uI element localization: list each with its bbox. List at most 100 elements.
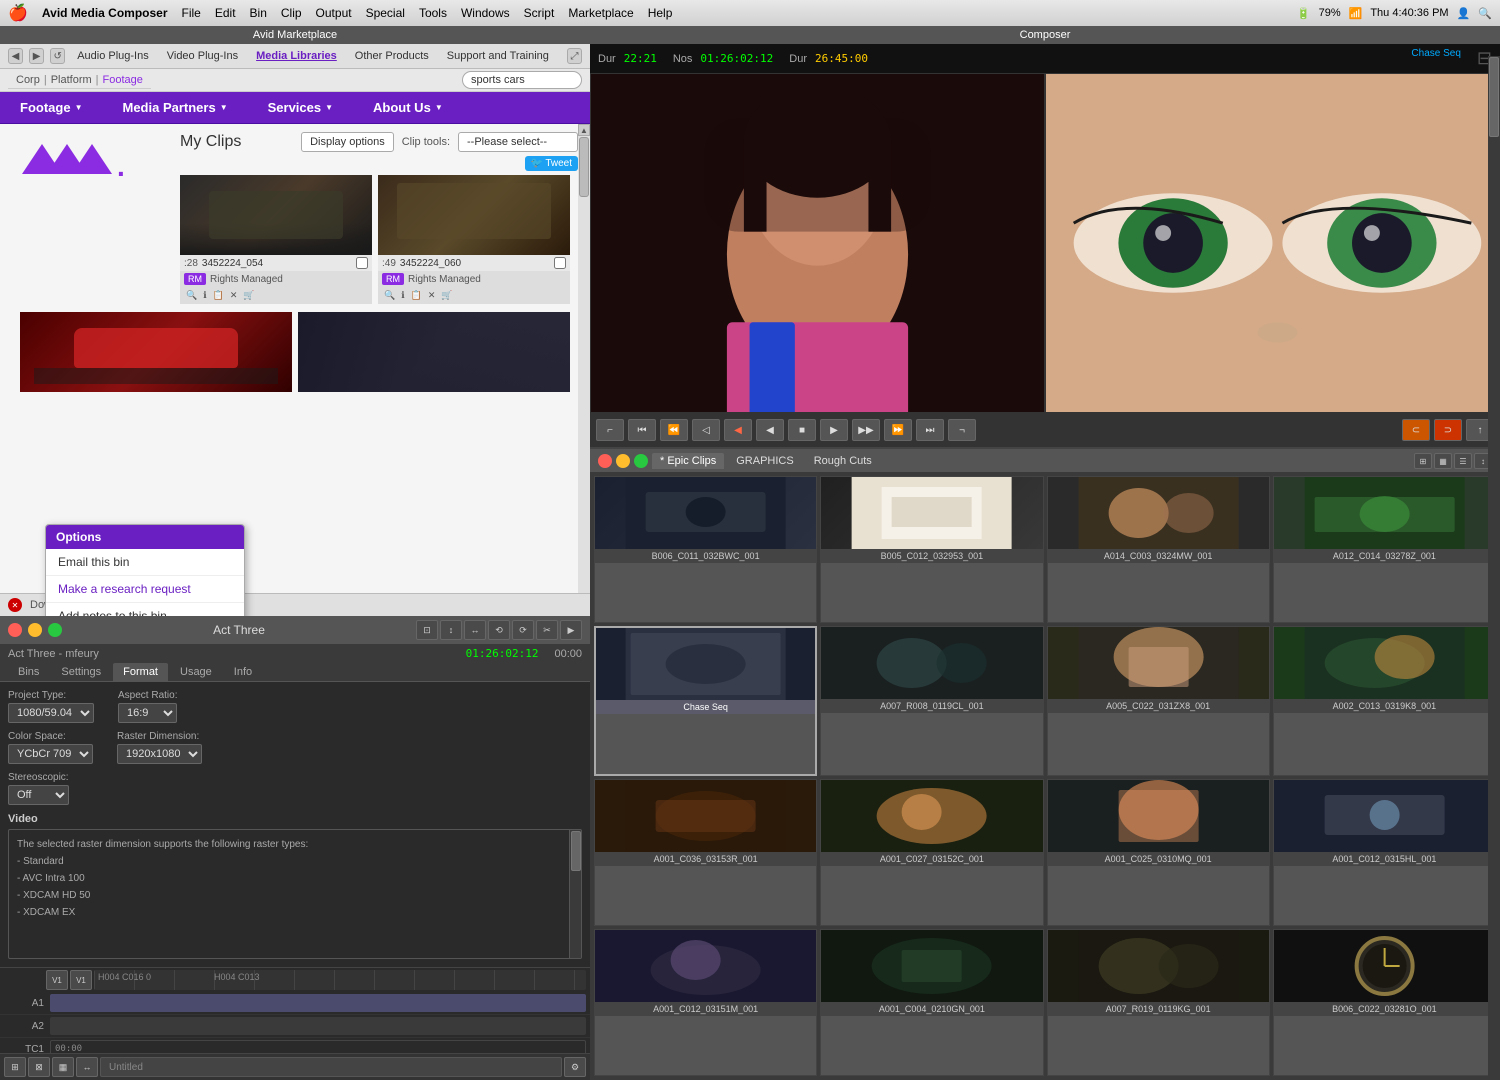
tool-2[interactable]: ↕ <box>440 620 462 640</box>
bins-tool-3[interactable]: ☰ <box>1454 453 1472 469</box>
nav-services[interactable]: Services ▼ <box>248 92 353 123</box>
option-research[interactable]: Make a research request <box>46 576 244 603</box>
search-icon[interactable]: 🔍 <box>1478 7 1492 20</box>
tool-7[interactable]: ▶ <box>560 620 582 640</box>
tool-3[interactable]: ↔ <box>464 620 486 640</box>
clip-item-2[interactable]: :49 3452224_060 RM Rights Managed 🔍 ℹ 📋 <box>378 175 570 304</box>
bin-clip-14[interactable]: A001_C004_0210GN_001 <box>820 929 1043 1076</box>
tool-6[interactable]: ✂ <box>536 620 558 640</box>
bin-clip-10[interactable]: A001_C027_03152C_001 <box>820 779 1043 926</box>
breadcrumb-corp[interactable]: Corp <box>16 74 40 86</box>
clip-item-3[interactable] <box>20 312 292 392</box>
bins-max[interactable] <box>634 454 648 468</box>
copy-clip-1[interactable]: 📋 <box>211 289 226 302</box>
tab-info[interactable]: Info <box>224 663 262 681</box>
info-clip-2[interactable]: ℹ <box>399 289 406 302</box>
clip-item-4[interactable] <box>298 312 570 392</box>
clip-tools-dropdown[interactable]: --Please select-- <box>458 132 578 152</box>
scroll-thumb[interactable] <box>579 137 589 197</box>
menu-file[interactable]: File <box>182 6 201 20</box>
tool-1[interactable]: ⊡ <box>416 620 438 640</box>
nav-about-us[interactable]: About Us ▼ <box>353 92 463 123</box>
nav-footage[interactable]: Footage ▼ <box>0 92 102 123</box>
menu-tools[interactable]: Tools <box>419 6 447 20</box>
bin-clip-3[interactable]: A014_C003_0324MW_001 <box>1047 476 1270 623</box>
nav-tab-other[interactable]: Other Products <box>349 48 435 64</box>
bins-tab-epic[interactable]: * Epic Clips <box>652 453 724 469</box>
tab-settings[interactable]: Settings <box>51 663 111 681</box>
splice-in[interactable]: ⊂ <box>1402 419 1430 441</box>
color-space-select[interactable]: YCbCr 709 <box>8 744 93 764</box>
back-btn[interactable]: ◀ <box>8 48 23 64</box>
nav-tab-video[interactable]: Video Plug-Ins <box>161 48 244 64</box>
bins-close[interactable] <box>598 454 612 468</box>
bt-2[interactable]: ⊠ <box>28 1057 50 1077</box>
step-fwd-many[interactable]: ⏭ <box>916 419 944 441</box>
bins-scrollbar[interactable] <box>1488 56 1500 1080</box>
breadcrumb-footage[interactable]: Footage <box>103 74 143 86</box>
copy-clip-2[interactable]: 📋 <box>409 289 424 302</box>
tweet-btn[interactable]: 🐦 Tweet <box>525 156 578 171</box>
scrollbar[interactable]: ▲ ▼ <box>578 124 590 616</box>
bin-clip-8[interactable]: A002_C013_0319K8_001 <box>1273 626 1496 775</box>
display-options-btn[interactable]: Display options <box>301 132 394 152</box>
slow-fwd[interactable]: ▶▶ <box>852 419 880 441</box>
play[interactable]: ▶ <box>820 419 848 441</box>
menu-script[interactable]: Script <box>524 6 555 20</box>
menu-help[interactable]: Help <box>648 6 673 20</box>
bin-clip-15[interactable]: A007_R019_0119KG_001 <box>1047 929 1270 1076</box>
bt-3[interactable]: ▦ <box>52 1057 74 1077</box>
step-fwd[interactable]: ⏩ <box>884 419 912 441</box>
download-close[interactable]: ✕ <box>8 598 22 612</box>
info-clip-1[interactable]: ℹ <box>201 289 208 302</box>
bin-clip-12[interactable]: A001_C012_0315HL_001 <box>1273 779 1496 926</box>
menu-bin[interactable]: Bin <box>250 6 267 20</box>
bins-tab-graphics[interactable]: GRAPHICS <box>728 453 801 469</box>
forward-btn[interactable]: ▶ <box>29 48 44 64</box>
breadcrumb-platform[interactable]: Platform <box>51 74 92 86</box>
bin-clip-4[interactable]: A012_C014_03278Z_001 <box>1273 476 1496 623</box>
cart-clip-2[interactable]: 🛒 <box>439 289 454 302</box>
bt-1[interactable]: ⊞ <box>4 1057 26 1077</box>
tab-format[interactable]: Format <box>113 663 168 681</box>
cart-clip-1[interactable]: 🛒 <box>241 289 256 302</box>
trim-left[interactable]: ◁ <box>692 419 720 441</box>
delete-clip-1[interactable]: ✕ <box>228 289 240 302</box>
step-back-many[interactable]: ⏮ <box>628 419 656 441</box>
menu-windows[interactable]: Windows <box>461 6 510 20</box>
tc-tool-v1[interactable]: V1 <box>70 970 92 990</box>
bin-clip-1[interactable]: B006_C011_032BWC_001 <box>594 476 817 623</box>
scroll-up[interactable]: ▲ <box>578 124 590 136</box>
search-input[interactable] <box>462 71 582 89</box>
bt-4[interactable]: ↔ <box>76 1057 98 1077</box>
tool-5[interactable]: ⟳ <box>512 620 534 640</box>
nav-tab-audio[interactable]: Audio Plug-Ins <box>71 48 155 64</box>
option-notes[interactable]: Add notes to this bin <box>46 603 244 616</box>
apple-menu[interactable]: 🍎 <box>8 3 28 23</box>
bin-clip-7[interactable]: A005_C022_031ZX8_001 <box>1047 626 1270 775</box>
close-btn[interactable] <box>8 623 22 637</box>
tc-tool-1[interactable]: V1 <box>46 970 68 990</box>
refresh-btn[interactable]: ↺ <box>50 48 65 64</box>
search-clip-2[interactable]: 🔍 <box>382 289 397 302</box>
nav-tab-media[interactable]: Media Libraries <box>250 48 343 64</box>
nav-media-partners[interactable]: Media Partners ▼ <box>102 92 247 123</box>
bin-clip-9[interactable]: A001_C036_03153R_001 <box>594 779 817 926</box>
menu-clip[interactable]: Clip <box>281 6 302 20</box>
option-email[interactable]: Email this bin <box>46 549 244 576</box>
bin-clip-11[interactable]: A001_C025_0310MQ_001 <box>1047 779 1270 926</box>
project-type-select[interactable]: 1080/59.04 <box>8 703 94 723</box>
minimize-btn[interactable] <box>28 623 42 637</box>
menu-marketplace[interactable]: Marketplace <box>568 6 633 20</box>
overwrite[interactable]: ⊃ <box>1434 419 1462 441</box>
step-back[interactable]: ⏪ <box>660 419 688 441</box>
fast-rev[interactable]: ◀ <box>724 419 752 441</box>
clip-check-1[interactable] <box>356 257 368 269</box>
tab-usage[interactable]: Usage <box>170 663 222 681</box>
bins-min[interactable] <box>616 454 630 468</box>
tab-bins[interactable]: Bins <box>8 663 49 681</box>
bins-tool-2[interactable]: ▦ <box>1434 453 1452 469</box>
menu-edit[interactable]: Edit <box>215 6 236 20</box>
mark-out[interactable]: ¬ <box>948 419 976 441</box>
maximize-btn[interactable] <box>48 623 62 637</box>
